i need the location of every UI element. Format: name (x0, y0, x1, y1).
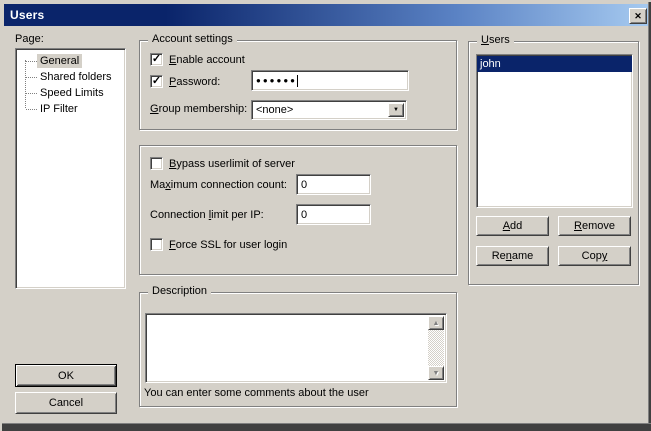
close-button[interactable]: ✕ (629, 8, 647, 24)
password-value: ●●●●●● (256, 76, 297, 85)
group-membership-select[interactable]: <none> ▼ (251, 100, 407, 120)
users-list: john (476, 54, 633, 208)
tree-connector (26, 61, 37, 62)
group-title: Users (481, 34, 510, 46)
bypass-userlimit-row: Bypass userlimit of server (150, 157, 295, 170)
description-group: Description ▲ ▼ You can enter some comme… (139, 292, 457, 407)
tree-item-label: IP Filter (37, 102, 81, 116)
max-connection-input[interactable]: 0 (296, 174, 371, 195)
tree-connector (26, 93, 37, 94)
copy-button[interactable]: Copy (558, 246, 631, 266)
description-textarea[interactable]: ▲ ▼ (145, 313, 447, 383)
connection-per-ip-input[interactable]: 0 (296, 204, 371, 225)
scroll-up-button[interactable]: ▲ (428, 316, 444, 330)
text-caret (297, 75, 298, 87)
add-button[interactable]: Add (476, 216, 549, 236)
max-connection-label: Maximum connection count: (150, 179, 287, 191)
tree-connector (26, 109, 37, 110)
check-icon: ✓ (152, 76, 161, 86)
cancel-button-label: Cancel (49, 397, 83, 409)
tree-item-speed-limits[interactable]: Speed Limits (16, 85, 125, 101)
limits-group: Bypass userlimit of server Maximum conne… (139, 145, 457, 275)
cancel-button[interactable]: Cancel (15, 392, 117, 414)
remove-button[interactable]: Remove (558, 216, 631, 236)
tree-connector (26, 77, 37, 78)
group-title: Description (152, 285, 207, 297)
user-name: john (480, 58, 501, 70)
close-icon: ✕ (634, 11, 642, 22)
account-settings-caption: Account settings (148, 33, 237, 46)
users-caption: Users (477, 34, 514, 47)
tree-item-general[interactable]: General (16, 53, 125, 69)
page-tree: General Shared folders Speed Limits IP F… (15, 48, 126, 289)
check-icon: ✓ (152, 54, 161, 64)
max-connection-value: 0 (301, 179, 307, 191)
connection-per-ip-label: Connection limit per IP: (150, 209, 264, 221)
enable-account-row: ✓ Enable account (150, 53, 245, 66)
group-membership-label: Group membership: (150, 103, 247, 115)
rename-button[interactable]: Rename (476, 246, 549, 266)
scroll-up-icon: ▲ (433, 320, 440, 327)
remove-button-label: Remove (574, 220, 615, 232)
force-ssl-row: Force SSL for user login (150, 238, 287, 251)
add-button-label: Add (503, 220, 523, 232)
enable-account-checkbox[interactable]: ✓ (150, 53, 163, 66)
scrollbar-track[interactable] (428, 330, 444, 366)
description-hint: You can enter some comments about the us… (144, 387, 369, 399)
bypass-userlimit-label: Bypass userlimit of server (169, 158, 295, 170)
ok-button[interactable]: OK (15, 364, 117, 387)
description-caption: Description (148, 285, 211, 298)
window-title: Users (10, 8, 44, 22)
vertical-scrollbar[interactable]: ▲ ▼ (428, 316, 444, 380)
copy-button-label: Copy (582, 250, 608, 262)
password-row: ✓ Password: (150, 75, 220, 88)
account-settings-group: Account settings ✓ Enable account ✓ Pass… (139, 40, 457, 130)
tree-item-ip-filter[interactable]: IP Filter (16, 101, 125, 117)
tree-item-label: Speed Limits (37, 86, 107, 100)
title-bar[interactable]: Users (4, 4, 649, 26)
scroll-down-button[interactable]: ▼ (428, 366, 444, 380)
ok-button-label: OK (58, 370, 74, 382)
user-list-item[interactable]: john (477, 56, 632, 72)
password-label: Password: (169, 76, 220, 88)
scroll-down-icon: ▼ (433, 370, 440, 377)
users-group: Users john Add Remove Rename Copy (468, 41, 639, 285)
password-input[interactable]: ●●●●●● (251, 70, 409, 91)
password-checkbox[interactable]: ✓ (150, 75, 163, 88)
force-ssl-label: Force SSL for user login (169, 239, 287, 251)
force-ssl-checkbox[interactable] (150, 238, 163, 251)
enable-account-label: Enable account (169, 54, 245, 66)
tree-item-label: General (37, 54, 82, 68)
tree-item-shared-folders[interactable]: Shared folders (16, 69, 125, 85)
bypass-userlimit-checkbox[interactable] (150, 157, 163, 170)
window-border-bottom (2, 423, 651, 431)
rename-button-label: Rename (492, 250, 534, 262)
group-title: Account settings (152, 33, 233, 45)
dropdown-button[interactable]: ▼ (388, 103, 404, 117)
group-membership-value: <none> (256, 104, 293, 116)
users-dialog: Users ✕ Page: General Shared folders Spe… (0, 0, 651, 431)
page-label: Page: (15, 33, 44, 45)
chevron-down-icon: ▼ (393, 107, 399, 113)
tree-item-label: Shared folders (37, 70, 115, 84)
connection-per-ip-value: 0 (301, 209, 307, 221)
